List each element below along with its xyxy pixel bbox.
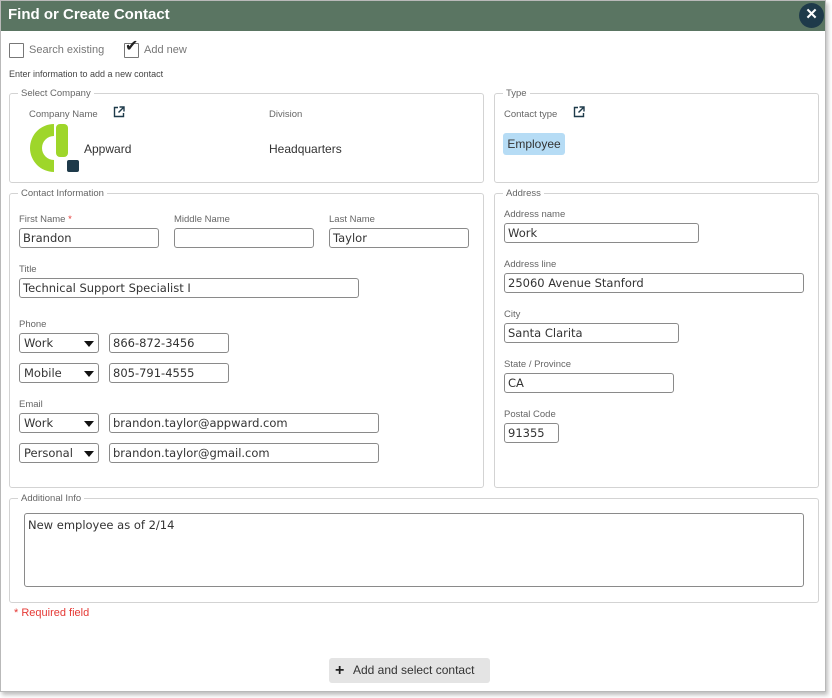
first-name-label: First Name * [19, 214, 72, 225]
checkmark-icon: ✔ [125, 38, 139, 55]
address-legend: Address [503, 188, 544, 199]
email-address-field[interactable]: brandon.taylor@gmail.com [109, 443, 379, 463]
address-line-label: Address line [504, 259, 557, 270]
email-label: Email [19, 399, 43, 410]
email-type-value: Personal [24, 446, 73, 460]
required-marker: * [68, 214, 72, 225]
city-field[interactable]: Santa Clarita [504, 323, 679, 343]
add-new-label: Add new [144, 44, 187, 56]
company-name-label: Company Name [29, 109, 98, 120]
contact-information-legend: Contact Information [18, 188, 107, 199]
last-name-field[interactable]: Taylor [329, 228, 469, 248]
city-label: City [504, 309, 521, 320]
add-and-select-contact-label: Add and select contact [353, 663, 475, 677]
search-existing-checkbox[interactable] [9, 43, 24, 58]
postal-code-field[interactable]: 91355 [504, 423, 559, 443]
search-existing-label: Search existing [29, 44, 105, 56]
additional-info-textarea[interactable]: New employee as of 2/14 [24, 513, 804, 587]
division-value[interactable]: Headquarters [269, 142, 342, 156]
email-type-select[interactable]: Work [19, 413, 99, 433]
dropdown-arrow-icon [84, 371, 94, 377]
select-company-legend: Select Company [18, 88, 94, 99]
email-type-select[interactable]: Personal [19, 443, 99, 463]
phone-number-field[interactable]: 866-872-3456 [109, 333, 229, 353]
contact-type-badge[interactable]: Employee [503, 133, 565, 155]
select-company-group: Select Company [9, 88, 484, 183]
additional-info-legend: Additional Info [18, 493, 85, 504]
dialog-title: Find or Create Contact [8, 6, 170, 23]
open-external-icon[interactable] [113, 106, 125, 118]
phone-label: Phone [19, 319, 47, 330]
address-name-label: Address name [504, 209, 566, 220]
add-new-checkbox[interactable]: ✔ [124, 39, 139, 58]
find-or-create-contact-dialog: Find or Create Contact ✕ Search existing… [0, 0, 826, 692]
add-and-select-contact-button[interactable]: + Add and select contact [329, 658, 490, 683]
company-name-value[interactable]: Appward [84, 142, 131, 156]
address-name-field[interactable]: Work [504, 223, 699, 243]
email-address-field[interactable]: brandon.taylor@appward.com [109, 413, 379, 433]
address-line-field[interactable]: 25060 Avenue Stanford [504, 273, 804, 293]
contact-type-label: Contact type [504, 109, 558, 120]
dropdown-arrow-icon [84, 451, 94, 457]
division-label: Division [269, 109, 303, 120]
state-label: State / Province [504, 359, 572, 370]
dropdown-arrow-icon [84, 421, 94, 427]
instructions-text: Enter information to add a new contact [9, 69, 164, 79]
open-external-icon[interactable] [573, 106, 585, 118]
title-label: Title [19, 264, 37, 275]
middle-name-label: Middle Name [174, 214, 230, 225]
title-field[interactable]: Technical Support Specialist I [19, 278, 359, 298]
last-name-label: Last Name [329, 214, 375, 225]
close-icon[interactable]: ✕ [799, 3, 824, 28]
phone-type-value: Mobile [24, 366, 62, 380]
middle-name-field[interactable] [174, 228, 314, 248]
email-type-value: Work [24, 416, 54, 430]
type-legend: Type [503, 88, 530, 99]
phone-type-value: Work [24, 336, 54, 350]
first-name-field[interactable]: Brandon [19, 228, 159, 248]
phone-type-select[interactable]: Work [19, 333, 99, 353]
state-field[interactable]: CA [504, 373, 674, 393]
postal-code-label: Postal Code [504, 409, 556, 420]
dropdown-arrow-icon [84, 341, 94, 347]
dialog-titlebar: Find or Create Contact ✕ [1, 1, 825, 31]
required-field-note: * Required field [14, 607, 90, 619]
plus-icon: + [335, 662, 345, 679]
phone-type-select[interactable]: Mobile [19, 363, 99, 383]
appward-logo-icon [30, 124, 79, 172]
phone-number-field[interactable]: 805-791-4555 [109, 363, 229, 383]
